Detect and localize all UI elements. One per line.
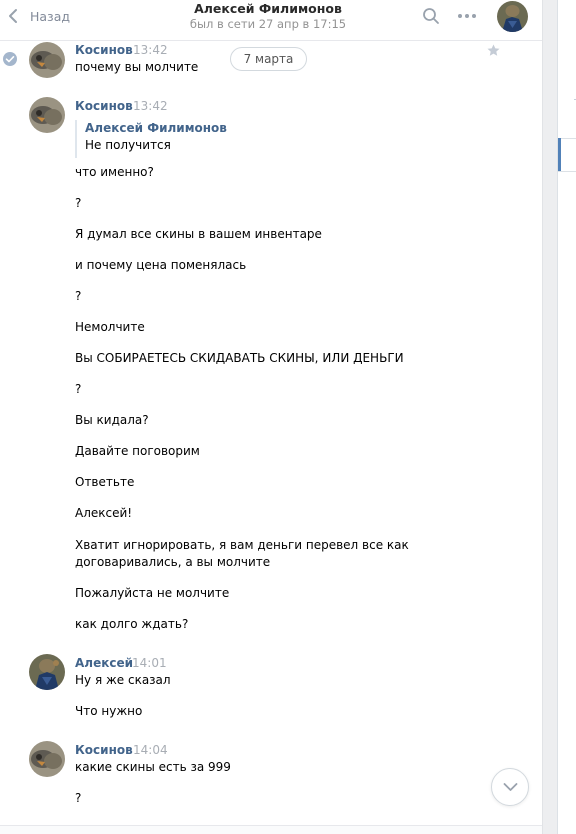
last-seen-status: был в сети 27 апр в 17:15 bbox=[189, 17, 347, 31]
message-text: Я думал все скины в вашем инвентаре bbox=[75, 227, 322, 241]
message-text: Вы кидала? bbox=[75, 413, 149, 427]
message-author[interactable]: Косинов bbox=[75, 743, 133, 757]
input-area[interactable] bbox=[0, 826, 542, 834]
message-text: ? bbox=[75, 196, 82, 210]
message-author[interactable]: Косинов bbox=[75, 99, 133, 113]
avatar[interactable] bbox=[29, 654, 65, 690]
check-icon[interactable] bbox=[3, 52, 17, 66]
message-author[interactable]: Алексей bbox=[75, 656, 133, 670]
message-text: какие скины есть за 999 bbox=[75, 760, 231, 774]
message-time[interactable]: 13:42 bbox=[133, 43, 168, 57]
back-button[interactable]: Назад bbox=[6, 6, 70, 26]
scroll-down-button[interactable] bbox=[491, 768, 529, 806]
message-author[interactable]: Косинов bbox=[75, 43, 133, 57]
avatar[interactable] bbox=[29, 741, 65, 777]
message-text: Хватит игнорировать, я вам деньги переве… bbox=[75, 538, 409, 552]
back-label: Назад bbox=[30, 8, 71, 24]
right-side-panel bbox=[557, 0, 576, 834]
message-text: Ну я же сказал bbox=[75, 673, 171, 687]
message-text: Алексей! bbox=[75, 506, 133, 520]
message-text: ? bbox=[75, 382, 82, 396]
message-text: Вы СОБИРАЕТЕСЬ СКИДАВАТЬ СКИНЫ, ИЛИ ДЕНЬ… bbox=[75, 351, 404, 365]
message-text: договаривались, а вы молчите bbox=[75, 555, 271, 569]
message-text: что именно? bbox=[75, 165, 154, 179]
quote-author[interactable]: Алексей Филимонов bbox=[85, 120, 275, 137]
message-text: ? bbox=[75, 791, 82, 805]
more-icon[interactable] bbox=[457, 9, 477, 23]
message-text: ? bbox=[75, 289, 82, 303]
message-text: почему вы молчите bbox=[75, 60, 199, 74]
chat-header: Назад Алексей Филимонов был в сети 27 ап… bbox=[0, 0, 542, 41]
panel-selected-item[interactable] bbox=[558, 138, 561, 171]
message-text: Немолчите bbox=[75, 320, 145, 334]
panel-divider bbox=[558, 171, 576, 172]
chevron-down-icon bbox=[503, 783, 518, 791]
quote-text: Не получится bbox=[85, 138, 171, 152]
chat-window: Назад Алексей Филимонов был в сети 27 ап… bbox=[0, 0, 543, 834]
message-time[interactable]: 13:42 bbox=[133, 99, 168, 113]
avatar[interactable] bbox=[29, 97, 65, 133]
message-text: как долго ждать? bbox=[75, 617, 189, 631]
message-text: Пожалуйста не молчите bbox=[75, 586, 230, 600]
search-icon[interactable] bbox=[422, 7, 440, 25]
message-text: и почему цена поменялась bbox=[75, 258, 247, 272]
message-time[interactable]: 14:04 bbox=[133, 743, 168, 757]
chat-title[interactable]: Алексей Филимонов bbox=[150, 1, 386, 16]
back-chevron-icon bbox=[9, 9, 17, 23]
date-divider: 7 марта bbox=[230, 47, 307, 71]
message-text: Что нужно bbox=[75, 704, 143, 718]
message-text: Давайте поговорим bbox=[75, 444, 200, 458]
star-icon[interactable] bbox=[487, 44, 500, 57]
message-text: Ответьте bbox=[75, 475, 135, 489]
message-time[interactable]: 14:01 bbox=[132, 656, 167, 670]
header-avatar[interactable] bbox=[497, 1, 528, 32]
avatar[interactable] bbox=[29, 42, 65, 78]
reply-quote[interactable]: Алексей Филимонов Не получится bbox=[75, 120, 275, 158]
